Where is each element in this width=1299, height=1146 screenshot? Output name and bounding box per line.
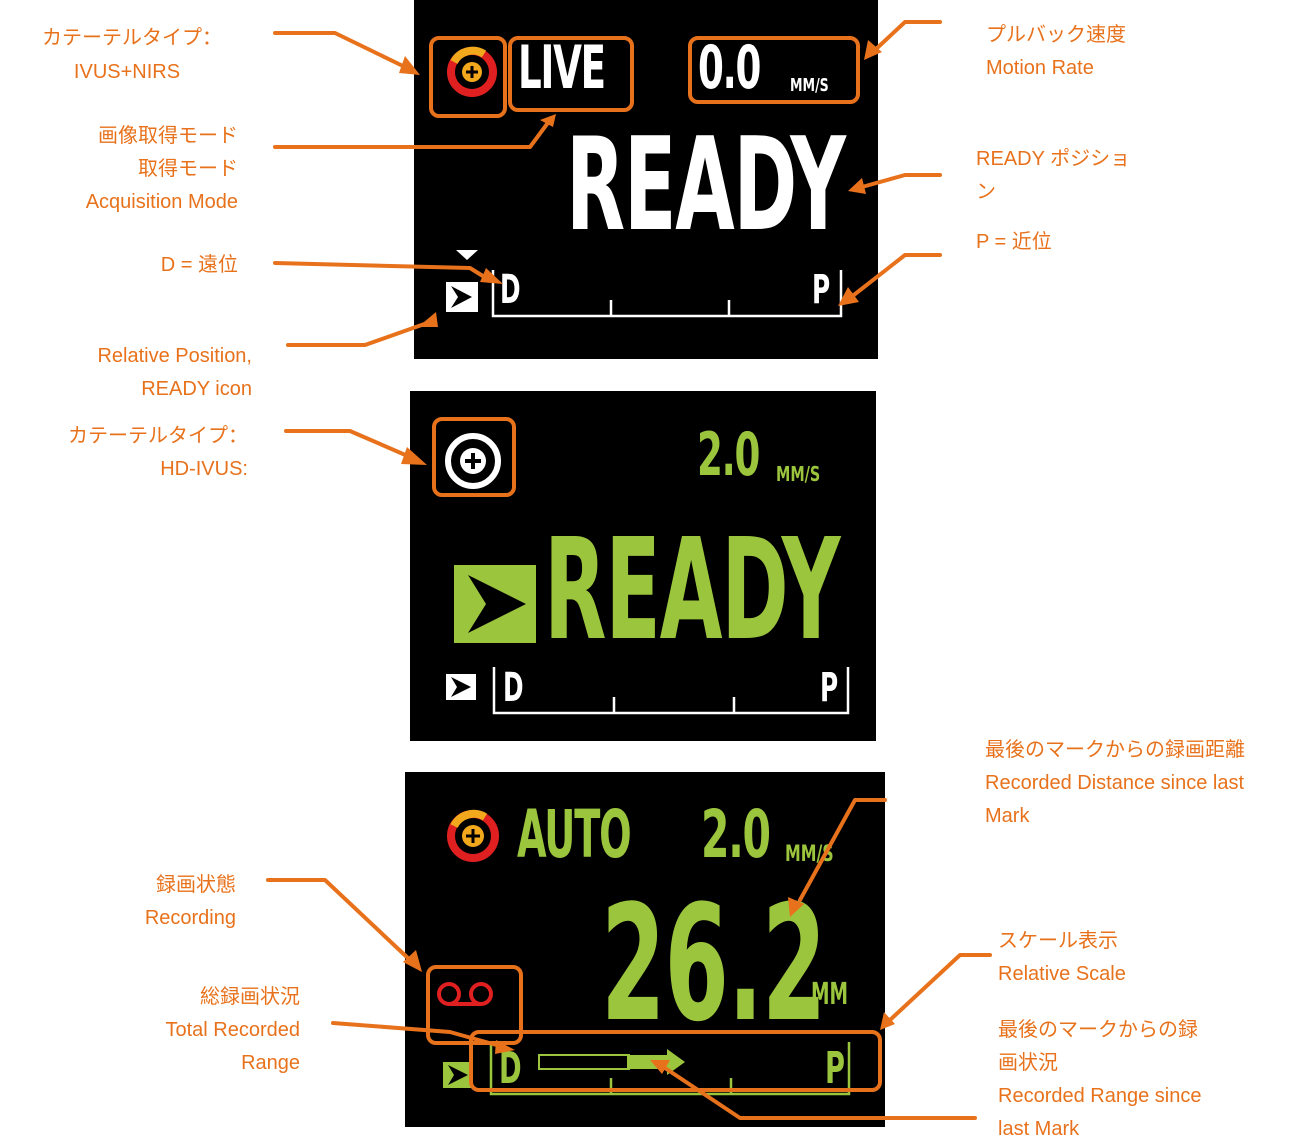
annotation-catheter-type-1: カテーテルタイプ： [42,27,222,49]
annotation-acquisition-mode: 画像取得モード 取得モード Acquisition Mode [85,125,238,213]
ready-arrow-icon [446,674,476,700]
annotation-catheter-type-1-sub: IVUS+NIRS [73,61,181,83]
acquisition-mode-text: LIVE [518,33,606,103]
motion-rate-unit: MM/S [790,75,829,96]
leader-motion-rate [873,20,942,52]
leader-catheter-type-2 [284,429,412,459]
relative-scale-bar [491,270,843,318]
acquisition-mode-text: AUTO [517,796,632,873]
leader-catheter-type-1 [273,31,407,69]
display-screen-hd-ivus-ready: 2.0 MM/S READY D P [410,391,876,741]
annotation-distal: D = 遠位 [160,254,238,276]
relative-scale-bar [492,667,850,715]
annotation-relative-position: Relative Position, READY icon [97,345,252,400]
motion-rate-value: 0.0 [698,33,761,103]
ready-arrow-icon [446,282,478,312]
display-screen-ivus-nirs-ready: LIVE 0.0 MM/S READY D P [414,0,878,359]
ready-arrow-icon [454,565,536,643]
scale-distal-label: D [500,267,521,313]
ready-status-text: READY [566,111,846,260]
leader-relative-scale [888,953,992,1022]
motion-rate-unit: MM/S [785,842,834,867]
scale-proximal-label: P [812,267,830,313]
annotation-proximal: P = 近位 [976,231,1052,253]
recorded-distance-unit: MM [811,977,849,1012]
motion-rate-value: 2.0 [701,796,771,873]
catheter-hd-ivus-icon [445,433,501,489]
annotation-recording: 録画状態 Recording [144,874,236,929]
annotation-total-recorded: 総録画状況 Total Recorded Range [165,986,300,1074]
leader-recording [266,878,412,962]
relative-scale-bar [489,1042,851,1096]
scale-proximal-label: P [825,1043,845,1094]
recorded-distance-value: 26.2 [601,870,826,1057]
scale-distal-label: D [503,665,524,711]
motion-rate-value: 2.0 [697,420,760,490]
display-screen-recording: AUTO 2.0 MM/S 26.2 MM D P [405,772,885,1127]
motion-rate-unit: MM/S [776,462,821,486]
recorded-range-arrow-head [667,1049,685,1075]
scale-distal-label: D [499,1043,522,1094]
total-recorded-range-bar [538,1054,630,1070]
annotation-recorded-distance: 最後のマークからの録画距離 Recorded Distance since la… [985,739,1245,827]
annotation-ready-position: READY ポジショ ン [976,148,1131,203]
annotation-catheter-type-2: カテーテルタイプ： HD-IVUS: [68,425,248,480]
ready-status-text: READY [544,509,840,672]
annotation-pullback-speed: プルバック速度 Motion Rate [986,24,1126,79]
position-marker-icon [456,250,478,260]
annotation-range-since-mark: 最後のマークからの録 画状況 Recorded Range since last… [998,1019,1202,1140]
annotation-relative-scale: スケール表示 Relative Scale [998,930,1126,985]
catheter-ivus-nirs-icon [447,46,497,97]
scale-proximal-label: P [820,665,838,711]
recording-tape-icon [437,982,493,1006]
leader-relative-position [286,320,432,347]
catheter-ivus-nirs-icon [447,809,499,862]
ready-arrow-icon [443,1062,473,1088]
recorded-range-since-mark-bar [627,1055,667,1069]
